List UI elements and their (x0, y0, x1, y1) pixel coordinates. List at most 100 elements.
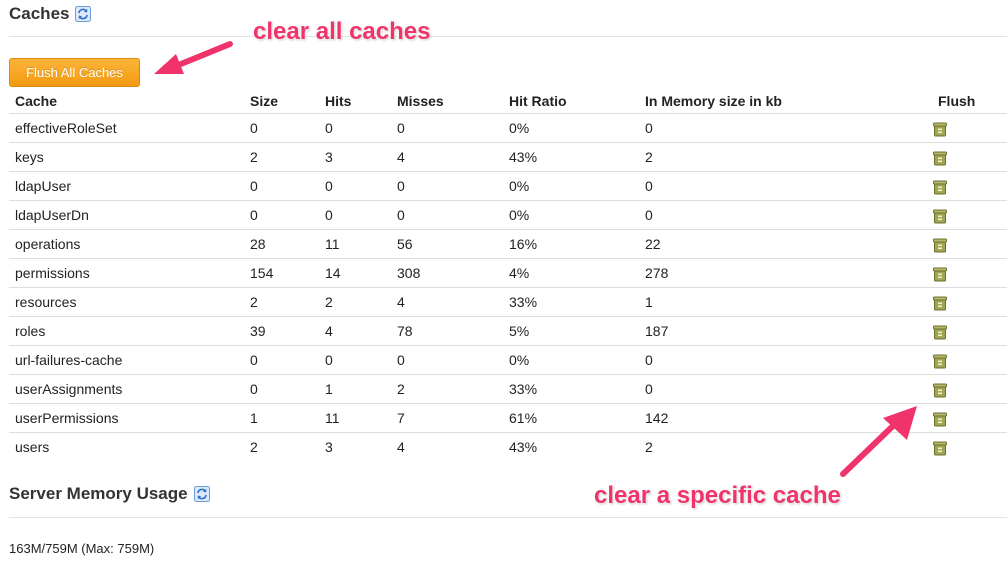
server-memory-title: Server Memory Usage (9, 484, 188, 503)
cache-misses: 78 (391, 316, 503, 346)
caches-divider (9, 36, 1007, 37)
table-row: keys 2 3 4 43% 2 (9, 142, 1007, 172)
col-misses: Misses (397, 92, 444, 109)
cache-memory-size: 0 (639, 374, 932, 404)
cache-hits: 4 (319, 316, 391, 346)
cache-name: userAssignments (9, 374, 244, 404)
flush-cache-button[interactable] (932, 380, 948, 398)
cache-size: 28 (244, 229, 319, 259)
cache-name: ldapUserDn (9, 200, 244, 230)
table-row: effectiveRoleSet 0 0 0 0% 0 (9, 113, 1007, 143)
trash-icon[interactable] (932, 237, 948, 253)
cache-misses: 4 (391, 287, 503, 317)
trash-icon[interactable] (932, 150, 948, 166)
flush-cache-button[interactable] (932, 119, 948, 137)
cache-misses: 0 (391, 171, 503, 201)
table-row: operations 28 11 56 16% 22 (9, 229, 1007, 259)
cache-name: users (9, 432, 244, 461)
cache-size: 0 (244, 200, 319, 230)
trash-icon[interactable] (932, 353, 948, 369)
cache-size: 2 (244, 142, 319, 172)
flush-cell (932, 142, 1007, 172)
cache-hits: 0 (319, 345, 391, 375)
cache-memory-size: 0 (639, 345, 932, 375)
cache-name: roles (9, 316, 244, 346)
flush-cache-button[interactable] (932, 322, 948, 340)
cache-hits: 0 (319, 113, 391, 143)
flush-cache-button[interactable] (932, 206, 948, 224)
cache-misses: 7 (391, 403, 503, 433)
refresh-icon[interactable] (75, 6, 92, 22)
cache-misses: 0 (391, 345, 503, 375)
trash-icon[interactable] (932, 411, 948, 427)
cache-hit-ratio: 0% (503, 171, 639, 201)
cache-misses: 4 (391, 432, 503, 461)
cache-memory-size: 0 (639, 113, 932, 143)
cache-memory-size: 0 (639, 200, 932, 230)
table-row: resources 2 2 4 33% 1 (9, 287, 1007, 317)
flush-cell (932, 229, 1007, 259)
cache-name: userPermissions (9, 403, 244, 433)
cache-memory-size: 0 (639, 171, 932, 201)
trash-icon[interactable] (932, 440, 948, 456)
annotation-clear-specific: clear a specific cache (594, 482, 841, 509)
table-row: userAssignments 0 1 2 33% 0 (9, 374, 1007, 404)
cache-hit-ratio: 4% (503, 258, 639, 288)
cache-size: 0 (244, 171, 319, 201)
table-row: url-failures-cache 0 0 0 0% 0 (9, 345, 1007, 375)
cache-memory-size: 187 (639, 316, 932, 346)
flush-cache-button[interactable] (932, 177, 948, 195)
col-memory-size: In Memory size in kb (645, 92, 782, 109)
cache-name: operations (9, 229, 244, 259)
refresh-icon[interactable] (193, 486, 210, 502)
cache-memory-size: 22 (639, 229, 932, 259)
trash-icon[interactable] (932, 208, 948, 224)
memory-usage-value: 163M/759M (Max: 759M) (9, 541, 155, 556)
cache-size: 2 (244, 287, 319, 317)
col-hit-ratio: Hit Ratio (509, 92, 567, 109)
col-flush: Flush (938, 92, 976, 109)
table-row: permissions 154 14 308 4% 278 (9, 258, 1007, 288)
trash-icon[interactable] (932, 266, 948, 282)
annotation-clear-all: clear all caches (253, 18, 431, 45)
flush-cache-button[interactable] (932, 438, 948, 456)
cache-misses: 2 (391, 374, 503, 404)
flush-cache-button[interactable] (932, 293, 948, 311)
flush-cache-button[interactable] (932, 148, 948, 166)
trash-icon[interactable] (932, 382, 948, 398)
cache-name: ldapUser (9, 171, 244, 201)
caches-heading: Caches (9, 4, 92, 24)
cache-hit-ratio: 43% (503, 142, 639, 172)
cache-hits: 3 (319, 432, 391, 461)
cache-memory-size: 1 (639, 287, 932, 317)
flush-cache-button[interactable] (932, 351, 948, 369)
flush-cell (932, 258, 1007, 288)
trash-icon[interactable] (932, 121, 948, 137)
cache-name: keys (9, 142, 244, 172)
cache-name: permissions (9, 258, 244, 288)
cache-hits: 11 (319, 229, 391, 259)
cache-hits: 1 (319, 374, 391, 404)
cache-hits: 14 (319, 258, 391, 288)
flush-cache-button[interactable] (932, 264, 948, 282)
trash-icon[interactable] (932, 324, 948, 340)
cache-hits: 11 (319, 403, 391, 433)
col-size: Size (250, 92, 279, 109)
cache-hit-ratio: 0% (503, 345, 639, 375)
flush-cell (932, 374, 1007, 404)
table-row: ldapUser 0 0 0 0% 0 (9, 171, 1007, 201)
trash-icon[interactable] (932, 295, 948, 311)
cache-hits: 0 (319, 200, 391, 230)
table-header-row: Cache Size Hits Misses Hit Ratio In Memo… (9, 88, 1007, 114)
arrow-icon (154, 41, 233, 74)
trash-icon[interactable] (932, 179, 948, 195)
cache-name: url-failures-cache (9, 345, 244, 375)
cache-misses: 56 (391, 229, 503, 259)
server-memory-heading: Server Memory Usage (9, 484, 210, 504)
flush-cache-button[interactable] (932, 409, 948, 427)
flush-cell (932, 345, 1007, 375)
caches-title: Caches (9, 4, 70, 23)
flush-all-caches-button[interactable]: Flush All Caches (9, 58, 140, 87)
cache-size: 1 (244, 403, 319, 433)
flush-cache-button[interactable] (932, 235, 948, 253)
